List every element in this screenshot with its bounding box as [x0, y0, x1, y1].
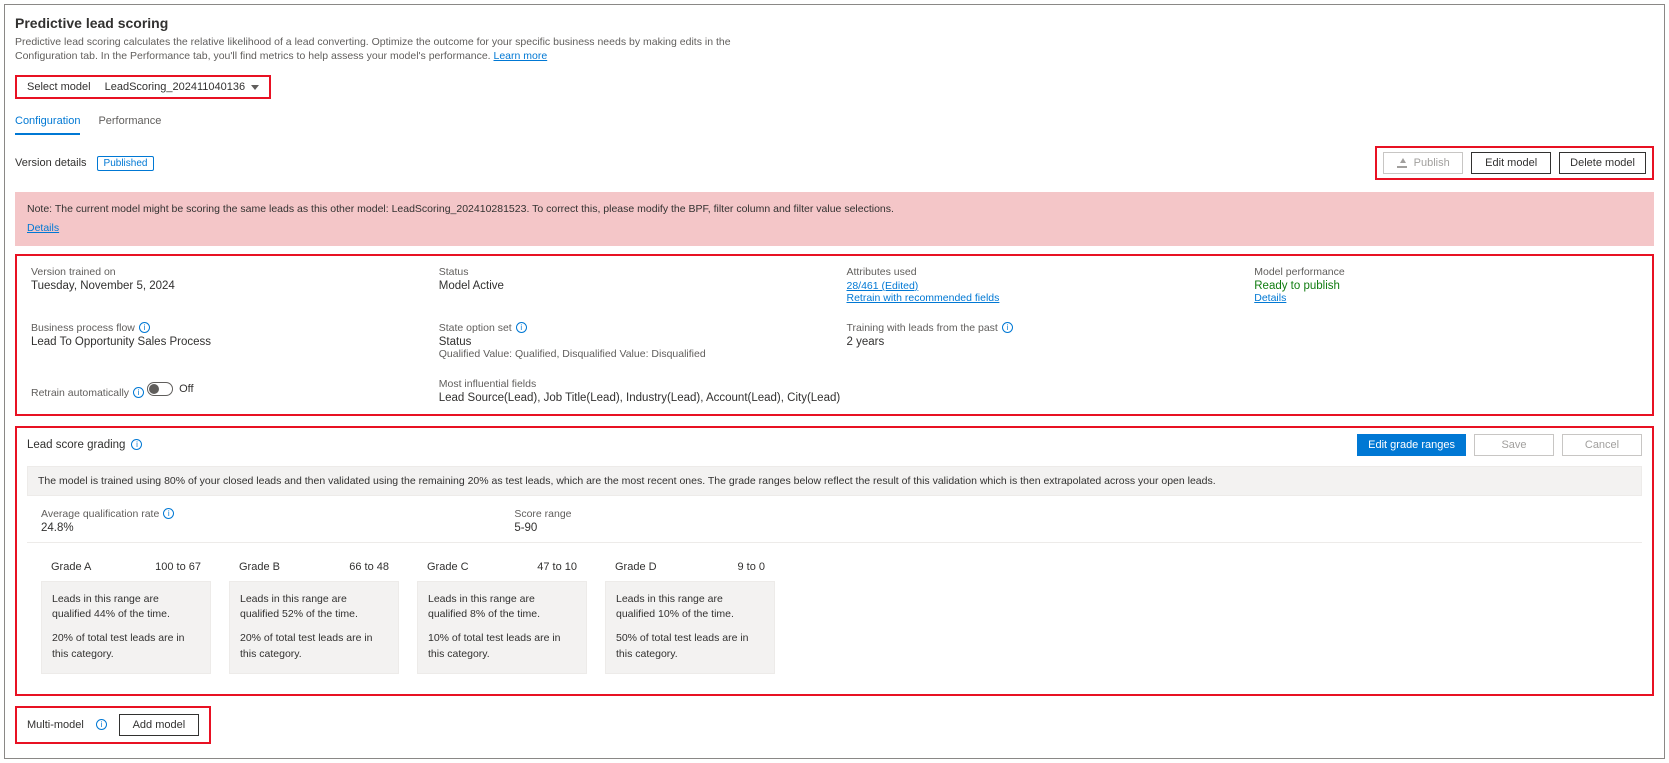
status-value: Model Active: [439, 280, 823, 292]
info-icon[interactable]: i: [1002, 322, 1013, 333]
avg-qual-rate-value: 24.8%: [41, 522, 174, 534]
grade-range: 100 to 67: [155, 561, 201, 573]
grade-card: Grade D 9 to 0 Leads in this range are q…: [605, 553, 775, 674]
chevron-down-icon: [251, 85, 259, 90]
bpf-value: Lead To Opportunity Sales Process: [31, 336, 415, 348]
grade-qual-line: Leads in this range are qualified 44% of…: [52, 592, 200, 624]
add-model-button[interactable]: Add model: [119, 714, 199, 736]
model-performance-label: Model performance: [1254, 266, 1344, 278]
edit-model-button[interactable]: Edit model: [1471, 152, 1551, 174]
attributes-used-label: Attributes used: [847, 266, 917, 278]
bpf-label: Business process flow: [31, 322, 135, 334]
state-option-value: Status: [439, 336, 823, 348]
grade-card: Grade C 47 to 10 Leads in this range are…: [417, 553, 587, 674]
avg-qual-rate-label: Average qualification rate: [41, 508, 159, 520]
learn-more-link[interactable]: Learn more: [494, 50, 548, 62]
grade-pct-line: 20% of total test leads are in this cate…: [240, 631, 388, 663]
grade-qual-line: Leads in this range are qualified 52% of…: [240, 592, 388, 624]
save-button: Save: [1474, 434, 1554, 456]
model-info-panel: Version trained on Tuesday, November 5, …: [15, 254, 1654, 416]
info-icon[interactable]: i: [133, 387, 144, 398]
tab-performance[interactable]: Performance: [98, 111, 161, 135]
model-dropdown[interactable]: LeadScoring_202411040136: [105, 81, 259, 93]
grade-name: Grade C: [427, 561, 469, 573]
grade-range: 66 to 48: [349, 561, 389, 573]
model-action-buttons: Publish Edit model Delete model: [1375, 146, 1654, 180]
tab-list: Configuration Performance: [15, 111, 1654, 136]
grade-name: Grade B: [239, 561, 280, 573]
status-label: Status: [439, 266, 469, 278]
trained-on-label: Version trained on: [31, 266, 116, 278]
grade-range: 47 to 10: [537, 561, 577, 573]
grade-cards: Grade A 100 to 67 Leads in this range ar…: [27, 543, 1642, 684]
warning-text: Note: The current model might be scoring…: [27, 202, 1642, 217]
retrain-toggle[interactable]: Off: [147, 382, 193, 396]
delete-model-button[interactable]: Delete model: [1559, 152, 1646, 174]
grade-pct-line: 10% of total test leads are in this cate…: [428, 631, 576, 663]
grade-pct-line: 20% of total test leads are in this cate…: [52, 631, 200, 663]
lead-score-grading-section: Lead score grading i Edit grade ranges S…: [15, 426, 1654, 696]
retrain-toggle-value: Off: [179, 383, 193, 395]
grade-card: Grade B 66 to 48 Leads in this range are…: [229, 553, 399, 674]
info-icon[interactable]: i: [96, 719, 107, 730]
retrain-auto-label: Retrain automatically: [31, 387, 129, 399]
grade-name: Grade D: [615, 561, 657, 573]
grade-qual-line: Leads in this range are qualified 8% of …: [428, 592, 576, 624]
grade-card: Grade A 100 to 67 Leads in this range ar…: [41, 553, 211, 674]
info-icon[interactable]: i: [163, 508, 174, 519]
model-performance-value: Ready to publish: [1254, 280, 1340, 292]
state-option-label: State option set: [439, 322, 512, 334]
retrain-recommended-link[interactable]: Retrain with recommended fields: [847, 292, 1000, 304]
score-range-value: 5-90: [514, 522, 571, 534]
publish-button-label: Publish: [1414, 157, 1450, 169]
trained-on-value: Tuesday, November 5, 2024: [31, 280, 415, 292]
state-option-detail: Qualified Value: Qualified, Disqualified…: [439, 348, 823, 360]
tab-configuration[interactable]: Configuration: [15, 111, 80, 135]
grading-note: The model is trained using 80% of your c…: [27, 466, 1642, 496]
warning-details-link[interactable]: Details: [27, 221, 59, 236]
grade-range: 9 to 0: [737, 561, 765, 573]
info-icon[interactable]: i: [516, 322, 527, 333]
model-dropdown-value: LeadScoring_202411040136: [105, 81, 245, 93]
version-details-label: Version details: [15, 157, 87, 169]
select-model-label: Select model: [27, 81, 91, 93]
page-description: Predictive lead scoring calculates the r…: [15, 35, 735, 63]
warning-banner: Note: The current model might be scoring…: [15, 192, 1654, 245]
training-past-value: 2 years: [847, 336, 1231, 348]
edit-grade-ranges-button[interactable]: Edit grade ranges: [1357, 434, 1466, 456]
score-range-label: Score range: [514, 508, 571, 520]
grading-title: Lead score grading: [27, 439, 125, 451]
upload-icon: [1397, 158, 1407, 168]
multi-model-section: Multi-model i Add model: [15, 706, 211, 744]
page-description-text: Predictive lead scoring calculates the r…: [15, 36, 731, 62]
cancel-button: Cancel: [1562, 434, 1642, 456]
grade-pct-line: 50% of total test leads are in this cate…: [616, 631, 764, 663]
info-icon[interactable]: i: [139, 322, 150, 333]
select-model-container: Select model LeadScoring_202411040136: [15, 75, 271, 99]
published-badge: Published: [97, 156, 155, 171]
publish-button: Publish: [1383, 152, 1463, 174]
grade-qual-line: Leads in this range are qualified 10% of…: [616, 592, 764, 624]
model-performance-details-link[interactable]: Details: [1254, 292, 1286, 304]
info-icon[interactable]: i: [131, 439, 142, 450]
grade-name: Grade A: [51, 561, 91, 573]
page-title: Predictive lead scoring: [15, 15, 1654, 31]
influential-fields-value: Lead Source(Lead), Job Title(Lead), Indu…: [439, 392, 1638, 404]
attributes-used-value[interactable]: 28/461 (Edited): [847, 280, 919, 292]
influential-fields-label: Most influential fields: [439, 378, 536, 390]
multi-model-label: Multi-model: [27, 719, 84, 731]
training-past-label: Training with leads from the past: [847, 322, 998, 334]
